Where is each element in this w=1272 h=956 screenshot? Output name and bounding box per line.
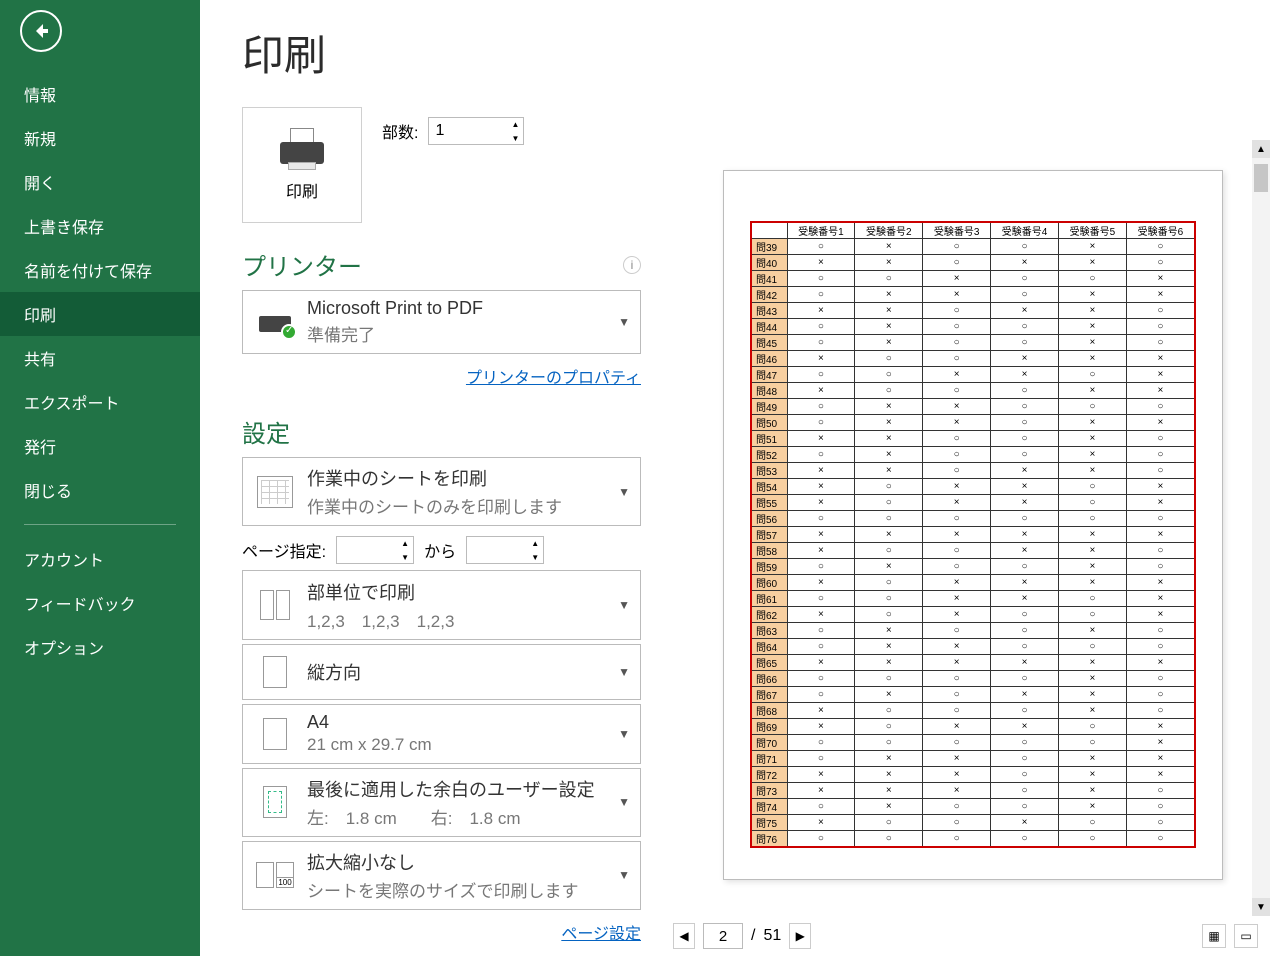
sheet-icon: [257, 476, 293, 508]
prev-page-button[interactable]: ◀: [673, 923, 695, 949]
scale-icon: [256, 862, 294, 888]
chevron-down-icon: ▼: [618, 598, 630, 612]
sidebar-item-エクスポート[interactable]: エクスポート: [0, 380, 200, 424]
sidebar-footer-アカウント[interactable]: アカウント: [0, 537, 200, 581]
zoom-to-page-button[interactable]: ▭: [1234, 924, 1258, 948]
sidebar-footer-フィードバック[interactable]: フィードバック: [0, 581, 200, 625]
margins-icon: [263, 786, 287, 818]
scale-desc: シートを実際のサイズで印刷します: [307, 877, 608, 902]
chevron-down-icon: ▼: [618, 795, 630, 809]
sidebar-item-名前を付けて保存[interactable]: 名前を付けて保存: [0, 248, 200, 292]
copies-down[interactable]: ▼: [507, 131, 523, 145]
page-from-input[interactable]: [337, 537, 397, 563]
scope-title: 作業中のシートを印刷: [307, 465, 608, 491]
copies-spinbox[interactable]: ▲▼: [428, 117, 524, 145]
sidebar-item-共有[interactable]: 共有: [0, 336, 200, 380]
printer-dropdown[interactable]: Microsoft Print to PDF 準備完了 ▼: [242, 290, 641, 354]
scroll-up-button[interactable]: ▲: [1252, 140, 1270, 158]
sidebar-item-開く[interactable]: 開く: [0, 160, 200, 204]
page-from-spinbox[interactable]: ▲▼: [336, 536, 414, 564]
collate-desc: 1,2,3 1,2,3 1,2,3: [307, 607, 608, 632]
sidebar-item-発行[interactable]: 発行: [0, 424, 200, 468]
info-icon[interactable]: i: [623, 256, 641, 274]
sidebar-item-印刷[interactable]: 印刷: [0, 292, 200, 336]
collate-dropdown[interactable]: 部単位で印刷 1,2,3 1,2,3 1,2,3 ▼: [242, 570, 641, 639]
chevron-down-icon: ▼: [618, 727, 630, 741]
sidebar-item-上書き保存[interactable]: 上書き保存: [0, 204, 200, 248]
margin-desc: 左: 1.8 cm 右: 1.8 cm: [307, 804, 608, 829]
chevron-down-icon: ▼: [618, 868, 630, 882]
page-range-to-label: から: [424, 538, 456, 562]
main-area: 印刷 印刷 部数: ▲▼ プリンター i Micros: [200, 0, 1272, 956]
chevron-down-icon: ▼: [618, 665, 630, 679]
preview-scrollbar[interactable]: ▲ ▼: [1252, 140, 1270, 916]
total-pages: 51: [763, 927, 781, 945]
scaling-dropdown[interactable]: 拡大縮小なし シートを実際のサイズで印刷します ▼: [242, 841, 641, 910]
current-page-input[interactable]: [703, 923, 743, 949]
printer-status: 準備完了: [307, 321, 608, 346]
sidebar-separator: [24, 524, 176, 525]
next-page-button[interactable]: ▶: [789, 923, 811, 949]
sidebar-footer-オプション[interactable]: オプション: [0, 625, 200, 669]
copies-input[interactable]: [429, 118, 507, 144]
sidebar-item-閉じる[interactable]: 閉じる: [0, 468, 200, 512]
collate-title: 部単位で印刷: [307, 579, 608, 605]
print-button-label: 印刷: [286, 178, 318, 202]
printer-properties-link[interactable]: プリンターのプロパティ: [466, 370, 641, 387]
page-to-spinbox[interactable]: ▲▼: [466, 536, 544, 564]
print-button[interactable]: 印刷: [242, 107, 362, 223]
scroll-down-button[interactable]: ▼: [1252, 898, 1270, 916]
copies-label: 部数:: [382, 119, 418, 143]
back-button[interactable]: [20, 10, 62, 52]
chevron-down-icon: ▼: [618, 485, 630, 499]
print-settings-panel: 印刷 印刷 部数: ▲▼ プリンター i Micros: [200, 0, 655, 956]
orientation-dropdown[interactable]: 縦方向 ▼: [242, 644, 641, 701]
backstage-sidebar: 情報新規開く上書き保存名前を付けて保存印刷共有エクスポート発行閉じる アカウント…: [0, 0, 200, 956]
preview-page: 受験番号1受験番号2受験番号3受験番号4受験番号5受験番号6問39○×○○×○問…: [723, 170, 1223, 880]
scale-title: 拡大縮小なし: [307, 849, 608, 875]
preview-table: 受験番号1受験番号2受験番号3受験番号4受験番号5受験番号6問39○×○○×○問…: [750, 221, 1196, 848]
back-arrow-icon: [31, 21, 51, 41]
printer-heading: プリンター: [242, 247, 362, 282]
page-to-input[interactable]: [467, 537, 527, 563]
paper-title: A4: [307, 712, 608, 733]
margins-dropdown[interactable]: 最後に適用した余白のユーザー設定 左: 1.8 cm 右: 1.8 cm ▼: [242, 768, 641, 837]
printer-status-icon: [255, 306, 295, 338]
chevron-down-icon: ▼: [618, 315, 630, 329]
scroll-thumb[interactable]: [1254, 164, 1268, 192]
margin-title: 最後に適用した余白のユーザー設定: [307, 776, 608, 802]
paper-icon: [263, 718, 287, 750]
preview-nav-bar: ◀ / 51 ▶ ▦ ▭: [673, 920, 1258, 952]
show-margins-button[interactable]: ▦: [1202, 924, 1226, 948]
paper-size-dropdown[interactable]: A4 21 cm x 29.7 cm ▼: [242, 704, 641, 764]
paper-desc: 21 cm x 29.7 cm: [307, 735, 608, 755]
print-scope-dropdown[interactable]: 作業中のシートを印刷 作業中のシートのみを印刷します ▼: [242, 457, 641, 526]
copies-up[interactable]: ▲: [507, 117, 523, 131]
settings-heading: 設定: [242, 414, 290, 449]
page-sep: /: [751, 927, 755, 945]
printer-name: Microsoft Print to PDF: [307, 298, 608, 319]
scope-desc: 作業中のシートのみを印刷します: [307, 493, 608, 518]
page-title: 印刷: [242, 22, 641, 83]
collate-icon: [260, 590, 290, 620]
print-preview: 受験番号1受験番号2受験番号3受験番号4受験番号5受験番号6問39○×○○×○問…: [655, 0, 1272, 956]
sidebar-item-情報[interactable]: 情報: [0, 72, 200, 116]
sidebar-item-新規[interactable]: 新規: [0, 116, 200, 160]
printer-icon: [274, 128, 330, 170]
portrait-icon: [263, 656, 287, 688]
orient-title: 縦方向: [307, 659, 608, 685]
page-setup-link[interactable]: ページ設定: [561, 926, 641, 943]
page-range-label: ページ指定:: [242, 538, 326, 562]
